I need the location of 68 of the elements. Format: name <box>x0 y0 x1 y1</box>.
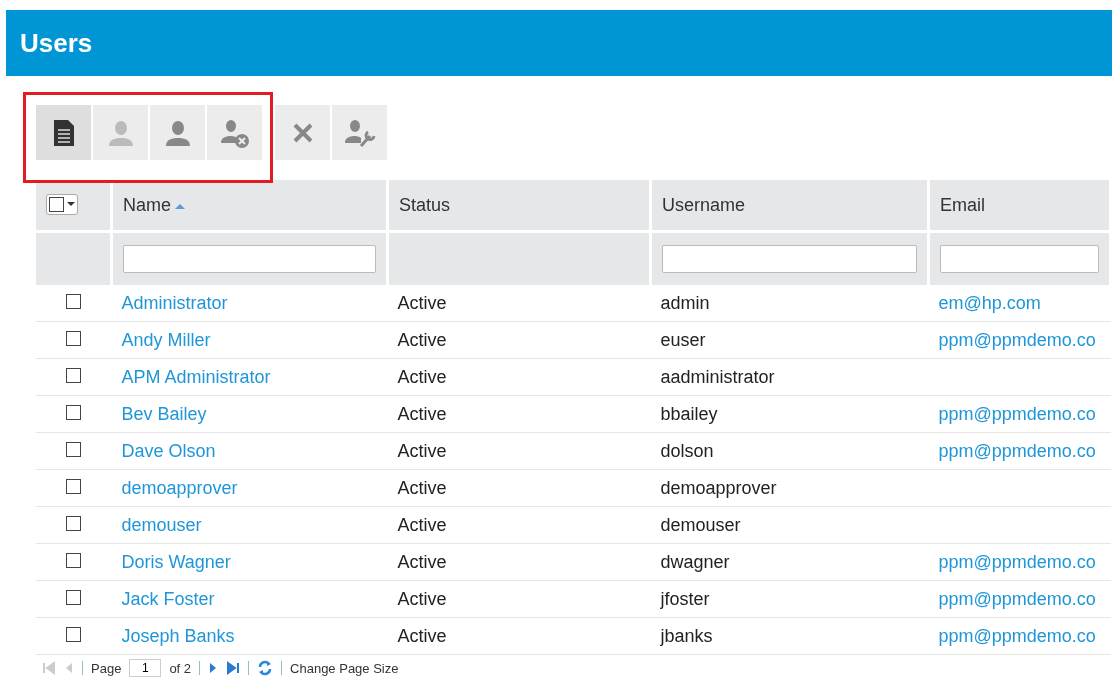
table-cell: dwagner <box>660 551 730 572</box>
table-cell: Active <box>397 366 447 387</box>
user-link[interactable]: Administrator <box>121 292 228 313</box>
table-cell: bbailey <box>660 403 718 424</box>
row-checkbox[interactable] <box>66 515 82 531</box>
page-title: Users <box>20 27 93 59</box>
table-cell: Active <box>397 551 447 572</box>
page-label: Page <box>91 660 122 676</box>
person-icon <box>106 118 135 147</box>
email-link[interactable]: ppm@ppmdemo.co <box>938 403 1096 424</box>
row-checkbox[interactable] <box>66 441 82 457</box>
user-link[interactable]: Andy Miller <box>121 329 211 350</box>
table-cell: jfoster <box>660 588 710 609</box>
table-cell: demouser <box>660 514 741 535</box>
table-cell: Active <box>397 588 447 609</box>
filter-field[interactable] <box>662 245 917 273</box>
column-header[interactable]: Email <box>928 180 1111 232</box>
user-link[interactable]: Bev Bailey <box>121 403 207 424</box>
user-link[interactable]: Jack Foster <box>121 588 215 609</box>
row-checkbox[interactable] <box>66 367 82 383</box>
filter-field[interactable] <box>940 245 1099 273</box>
user-link[interactable]: demoapprover <box>121 477 238 498</box>
table-cell: euser <box>660 329 706 350</box>
close-icon <box>291 121 314 144</box>
page-number-field[interactable]: 1 <box>129 659 162 677</box>
page-count: of 2 <box>169 660 192 676</box>
person-wrench-icon <box>343 117 376 148</box>
table-cell: demoapprover <box>660 477 777 498</box>
document-icon <box>52 118 75 147</box>
user-link[interactable]: Doris Wagner <box>121 551 231 572</box>
table-cell: Active <box>397 329 447 350</box>
row-checkbox[interactable] <box>66 404 82 420</box>
row-checkbox[interactable] <box>66 293 82 309</box>
select-all-dropdown[interactable] <box>46 193 78 215</box>
row-checkbox[interactable] <box>66 478 82 494</box>
table-cell: Active <box>397 403 447 424</box>
row-checkbox[interactable] <box>66 589 82 605</box>
table-cell: dolson <box>660 440 714 461</box>
column-header[interactable]: Name <box>111 180 388 232</box>
row-checkbox[interactable] <box>66 552 82 568</box>
column-header[interactable]: Username <box>650 180 929 232</box>
email-link[interactable]: ppm@ppmdemo.co <box>938 329 1096 350</box>
table-cell: aadministrator <box>660 366 775 387</box>
email-link[interactable]: ppm@ppmdemo.co <box>938 588 1096 609</box>
table-cell: Active <box>397 514 447 535</box>
email-link[interactable]: em@hp.com <box>938 292 1041 313</box>
table-cell: Active <box>397 625 447 646</box>
row-checkbox[interactable] <box>66 330 82 346</box>
table-cell: admin <box>660 292 710 313</box>
email-link[interactable]: ppm@ppmdemo.co <box>938 625 1096 646</box>
table-cell: jbanks <box>660 625 713 646</box>
table-cell: Active <box>397 292 447 313</box>
person-icon <box>163 118 192 147</box>
user-link[interactable]: Dave Olson <box>121 440 216 461</box>
filter-field[interactable] <box>123 245 376 273</box>
column-header[interactable]: Status <box>387 180 651 232</box>
table-cell: Active <box>397 477 447 498</box>
user-link[interactable]: APM Administrator <box>121 366 271 387</box>
refresh-icon[interactable] <box>257 660 274 676</box>
table-cell: Active <box>397 440 447 461</box>
last-page-icon[interactable] <box>226 661 241 675</box>
email-link[interactable]: ppm@ppmdemo.co <box>938 440 1096 461</box>
change-page-size-link[interactable]: Change Page Size <box>290 660 399 676</box>
row-checkbox[interactable] <box>66 626 82 642</box>
user-link[interactable]: Joseph Banks <box>121 625 235 646</box>
user-link[interactable]: demouser <box>121 514 202 535</box>
person-remove-icon <box>219 117 250 148</box>
email-link[interactable]: ppm@ppmdemo.co <box>938 551 1096 572</box>
